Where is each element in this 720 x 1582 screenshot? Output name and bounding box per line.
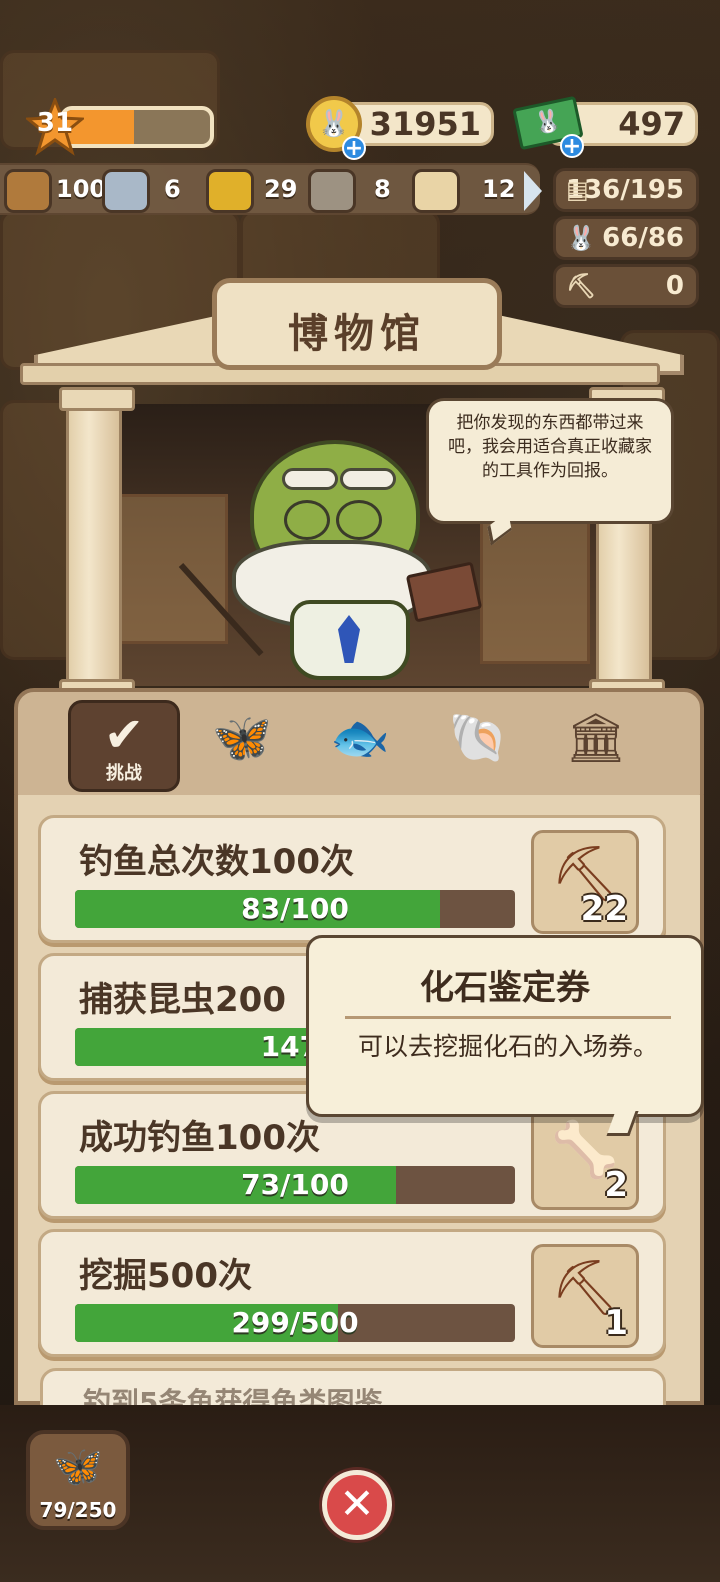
tab-challenges[interactable]: ✔ 挑战 xyxy=(68,700,180,792)
resource-bar: 100 6 29 8 12 xyxy=(0,163,542,215)
cash-amount: 497 xyxy=(618,105,685,143)
reward-slot[interactable]: ⛏ 1 xyxy=(531,1244,639,1348)
fossil-ticket-icon xyxy=(412,169,460,213)
tab-artifacts[interactable]: 🏛 xyxy=(540,700,652,792)
challenge-title: 捕获昆虫200 xyxy=(79,980,286,1020)
resource-count: 8 xyxy=(374,175,391,203)
column-icon: 🏛 xyxy=(565,710,627,766)
tab-fossils[interactable]: 🐚 xyxy=(422,700,534,792)
level-number: 31 xyxy=(36,108,74,138)
resource-count: 12 xyxy=(482,175,516,203)
page-title: 博物馆 xyxy=(288,311,426,357)
left-column xyxy=(59,387,135,703)
challenge-progress-bar: 299/500 xyxy=(75,1304,515,1342)
challenge-title: 成功钓鱼100次 xyxy=(79,1118,320,1158)
progress-text: 73/100 xyxy=(241,1168,349,1201)
chest-icon: ▤ xyxy=(566,176,589,204)
divider xyxy=(345,1016,671,1019)
tooltip-title: 化石鉴定券 xyxy=(420,968,590,1008)
collection-icon: 🦋 xyxy=(53,1444,103,1490)
reward-count: 2 xyxy=(604,1165,628,1205)
challenge-card-partial[interactable]: 钓到5条鱼获得鱼类图鉴 xyxy=(40,1368,666,1409)
eyebrow xyxy=(340,468,396,490)
shell-fossil-icon: 🐚 xyxy=(448,710,508,766)
challenge-progress-bar: 73/100 xyxy=(75,1166,515,1204)
museum-sign: 博物馆 xyxy=(212,278,502,370)
fish-icon: 🐟 xyxy=(330,710,390,766)
resource-item[interactable]: 100 xyxy=(4,169,106,213)
reward-count: 22 xyxy=(580,889,628,929)
bunny-value: 66/86 xyxy=(602,223,684,253)
challenge-progress-bar: 83/100 xyxy=(75,890,515,928)
challenge-card[interactable]: 钓鱼总次数100次 83/100 ⛏ 22 xyxy=(38,815,666,943)
bunny-counter[interactable]: 🐰 66/86 xyxy=(553,216,699,260)
coin-amount: 31951 xyxy=(369,105,481,143)
silver-ore-icon xyxy=(102,169,150,213)
progress-text: 299/500 xyxy=(231,1306,359,1339)
reward-count: 1 xyxy=(604,1303,628,1343)
storage-counter[interactable]: ▤ 136/195 xyxy=(553,168,699,212)
challenge-card[interactable]: 挖掘500次 299/500 ⛏ 1 xyxy=(38,1229,666,1357)
close-button[interactable]: ✕ xyxy=(322,1470,392,1540)
reward-slot[interactable]: ⛏ 22 xyxy=(531,830,639,934)
display-case xyxy=(118,494,228,644)
tooltip-description: 可以去挖掘化石的入场券。 xyxy=(357,1032,658,1061)
glasses-icon xyxy=(336,500,382,540)
bunny-icon: 🐰 xyxy=(566,224,596,252)
tab-fish[interactable]: 🐟 xyxy=(304,700,416,792)
add-coins-icon[interactable]: + xyxy=(342,136,366,160)
challenge-title: 钓鱼总次数100次 xyxy=(79,842,354,882)
resource-item[interactable]: 6 xyxy=(102,169,192,213)
progress-text: 83/100 xyxy=(241,892,349,925)
brown-ore-icon xyxy=(4,169,52,213)
collection-count: 79/250 xyxy=(39,1498,117,1522)
level-indicator[interactable]: 31 xyxy=(26,98,214,156)
resource-count: 6 xyxy=(164,175,181,203)
resource-count: 29 xyxy=(264,175,298,203)
tab-label: 挑战 xyxy=(106,763,142,784)
challenge-title: 挖掘500次 xyxy=(79,1256,252,1296)
resource-item[interactable]: 29 xyxy=(206,169,302,213)
gold-ore-icon xyxy=(206,169,254,213)
add-cash-icon[interactable]: + xyxy=(560,134,584,158)
tab-insects[interactable]: 🦋 xyxy=(186,700,298,792)
resource-item[interactable]: 8 xyxy=(308,169,398,213)
expand-arrow-icon[interactable] xyxy=(524,171,542,211)
glasses-icon xyxy=(284,500,330,540)
checkmark-badge-icon: ✔ xyxy=(103,707,145,763)
item-tooltip: 化石鉴定券 可以去挖掘化石的入场券。 xyxy=(306,935,704,1117)
close-icon: ✕ xyxy=(339,1479,375,1528)
stone-pillar-icon xyxy=(308,169,356,213)
resource-item[interactable]: 12 xyxy=(412,169,516,213)
collection-button[interactable]: 🦋 79/250 xyxy=(26,1430,130,1530)
butterfly-icon: 🦋 xyxy=(212,710,272,766)
eyebrow xyxy=(282,468,338,490)
resource-count: 100 xyxy=(56,175,107,203)
speech-bubble: 把你发现的东西都带过来吧，我会用适合真正收藏家的工具作为回报。 xyxy=(426,398,674,524)
